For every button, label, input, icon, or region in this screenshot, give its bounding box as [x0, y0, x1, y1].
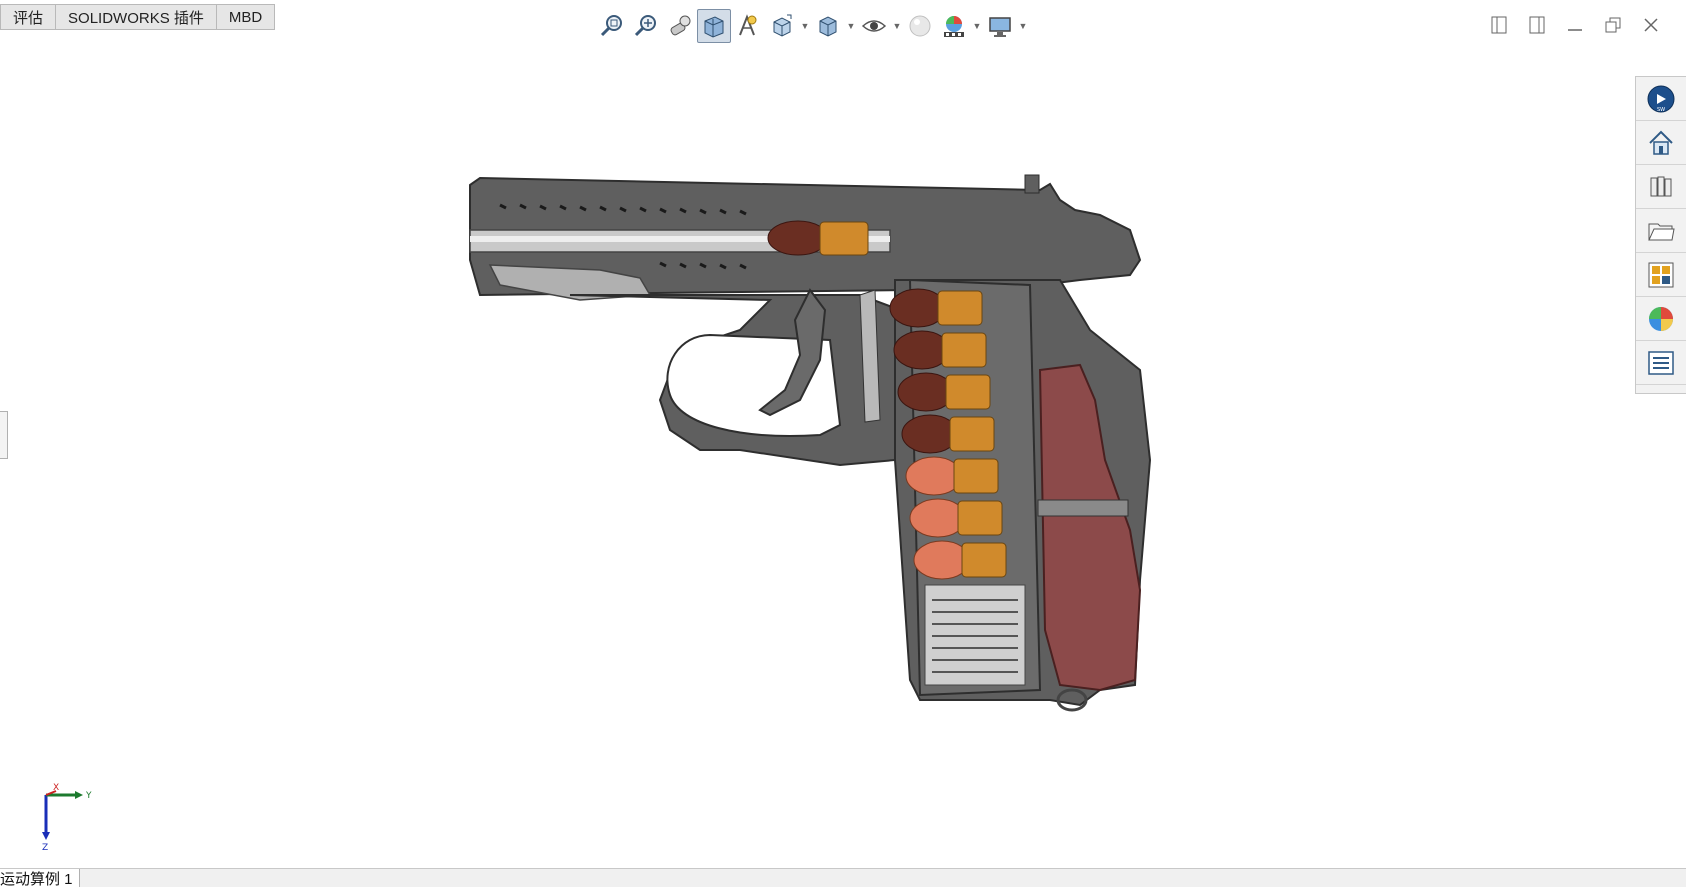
motion-study-tab[interactable]: 运动算例 1 [0, 869, 80, 888]
view-orientation-icon [773, 14, 792, 37]
tab-solidworks-addins[interactable]: SOLIDWORKS 插件 [56, 4, 217, 30]
previous-view-button[interactable] [663, 9, 697, 43]
apply-scene-button[interactable] [937, 9, 971, 43]
task-pane: SW [1635, 76, 1686, 394]
display-style-icon [819, 16, 837, 37]
apply-scene-dropdown[interactable]: ▼ [971, 9, 983, 43]
home-icon [1649, 130, 1673, 155]
hide-show-items-icon [861, 20, 887, 32]
command-tabs: 评估 SOLIDWORKS 插件 MBD [0, 4, 276, 32]
edit-appearance-icon [909, 15, 931, 37]
view-settings-icon [989, 17, 1011, 37]
model-viewport[interactable] [440, 160, 1240, 770]
design-library-icon [1650, 176, 1672, 196]
display-style-button[interactable] [811, 9, 845, 43]
dynamic-annotation-views-icon [739, 14, 757, 36]
appearances-scenes-icon [1649, 306, 1673, 331]
task-pane-view-palette[interactable] [1636, 253, 1686, 297]
view-settings-dropdown[interactable]: ▼ [1017, 9, 1029, 43]
minimize-icon [1568, 29, 1582, 31]
file-explorer-icon [1648, 223, 1675, 240]
zoom-to-fit-icon [600, 15, 622, 37]
bottom-tab-bar: 运动算例 1 [0, 868, 1686, 888]
previous-view-icon [670, 15, 691, 36]
tile-right-button[interactable] [1522, 10, 1552, 40]
feature-manager-collapse-handle[interactable] [0, 411, 8, 459]
apply-scene-icon [944, 16, 964, 37]
hide-show-items-button[interactable] [857, 9, 891, 43]
tile-left-icon [1491, 16, 1507, 34]
zoom-to-area-button[interactable] [629, 9, 663, 43]
task-pane-appearances-scenes[interactable] [1636, 297, 1686, 341]
window-controls [1484, 10, 1666, 40]
task-pane-design-library[interactable] [1636, 165, 1686, 209]
tab-mbd[interactable]: MBD [216, 4, 276, 30]
close-button[interactable] [1636, 10, 1666, 40]
y-axis-label: Y [85, 791, 92, 801]
zoom-to-fit-button[interactable] [595, 9, 629, 43]
custom-properties-icon [1648, 350, 1674, 375]
view-orientation-button[interactable] [765, 9, 799, 43]
tile-right-icon [1529, 16, 1545, 34]
display-style-dropdown[interactable]: ▼ [845, 9, 857, 43]
y-axis-arrow [75, 791, 83, 799]
dynamic-annotation-views-button[interactable] [731, 9, 765, 43]
tab-evaluate[interactable]: 评估 [0, 4, 57, 30]
coordinate-triad: X Y Z [42, 783, 92, 850]
section-view-icon [704, 16, 724, 38]
task-pane-solidworks-resources[interactable]: SW [1636, 77, 1686, 121]
section-view-button[interactable] [697, 9, 731, 43]
task-pane-home[interactable] [1636, 121, 1686, 165]
hide-show-items-dropdown[interactable]: ▼ [891, 9, 903, 43]
z-axis-arrow [42, 832, 50, 840]
tile-left-button[interactable] [1484, 10, 1514, 40]
restore-icon [1605, 17, 1621, 33]
z-axis-label: Z [42, 843, 48, 850]
x-axis-label: X [53, 783, 59, 793]
view-settings-button[interactable] [983, 9, 1017, 43]
minimize-button[interactable] [1560, 10, 1590, 40]
restore-button[interactable] [1598, 10, 1628, 40]
heads-up-view-toolbar: ▼ ▼ ▼ ▼ ▼ [595, 8, 1029, 44]
view-orientation-dropdown[interactable]: ▼ [799, 9, 811, 43]
solidworks-resources-icon: SW [1647, 85, 1675, 113]
close-icon [1644, 18, 1658, 32]
pistol-model [469, 174, 1152, 712]
edit-appearance-button[interactable] [903, 9, 937, 43]
zoom-to-area-icon [634, 15, 656, 37]
task-pane-custom-properties[interactable] [1636, 341, 1686, 385]
task-pane-file-explorer[interactable] [1636, 209, 1686, 253]
svg-text:SW: SW [1657, 107, 1665, 113]
view-palette-icon [1648, 262, 1674, 287]
